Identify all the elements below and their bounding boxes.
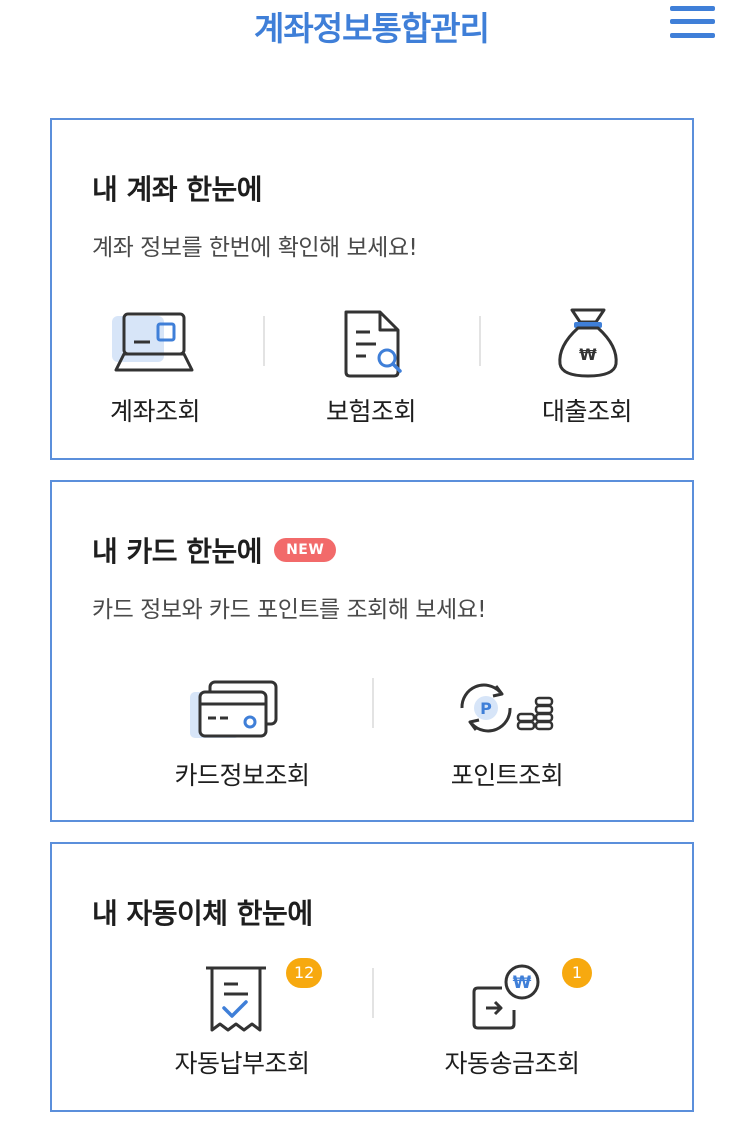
card-info-inquiry-label: 카드정보조회 [174, 761, 310, 790]
divider [372, 968, 374, 1018]
card-card-title: 내 카드 한눈에 NEW [92, 530, 337, 570]
account-card: 내 계좌 한눈에 계좌 정보를 한번에 확인해 보세요! 계좌조회 보험조회 ₩… [50, 118, 694, 460]
svg-text:₩: ₩ [513, 973, 532, 993]
auto-remittance-inquiry-label: 자동송금조회 [444, 1049, 580, 1078]
page-title: 계좌정보통합관리 [254, 9, 490, 48]
point-inquiry-label: 포인트조회 [450, 761, 564, 790]
laptop-icon [110, 308, 200, 380]
autotransfer-card-title: 내 자동이체 한눈에 [92, 897, 313, 930]
insurance-inquiry-label: 보험조회 [325, 397, 417, 426]
svg-text:P: P [480, 699, 492, 718]
insurance-inquiry-button[interactable]: 보험조회 [296, 308, 446, 426]
account-inquiry-button[interactable]: 계좌조회 [80, 308, 230, 426]
auto-remittance-inquiry-button[interactable]: ₩ 1 자동송금조회 [422, 958, 602, 1078]
auto-payment-inquiry-label: 자동납부조회 [174, 1049, 310, 1078]
account-card-desc: 계좌 정보를 한번에 확인해 보세요! [92, 235, 418, 261]
loan-inquiry-label: 대출조회 [541, 397, 633, 426]
won-transfer-icon: ₩ [470, 964, 546, 1038]
account-card-title: 내 계좌 한눈에 [92, 173, 263, 206]
credit-card-card: 내 카드 한눈에 NEW 카드 정보와 카드 포인트를 조회해 보세요! 카드정보… [50, 480, 694, 822]
auto-payment-count-badge: 12 [286, 958, 323, 988]
divider [263, 316, 265, 366]
card-card-title-text: 내 카드 한눈에 [92, 535, 263, 568]
loan-inquiry-button[interactable]: ₩ 대출조회 [512, 308, 662, 426]
auto-payment-inquiry-button[interactable]: 12 자동납부조회 [152, 958, 332, 1078]
divider [372, 678, 374, 728]
autotransfer-card: 내 자동이체 한눈에 12 자동납부조회 ₩ 1 자동송금조회 [50, 842, 694, 1112]
account-inquiry-label: 계좌조회 [109, 397, 201, 426]
hamburger-menu-icon[interactable] [670, 4, 716, 40]
svg-text:₩: ₩ [579, 345, 597, 364]
auto-remittance-count-badge: 1 [562, 958, 592, 988]
money-bag-icon: ₩ [554, 308, 622, 384]
card-card-desc: 카드 정보와 카드 포인트를 조회해 보세요! [92, 597, 487, 623]
new-badge: NEW [274, 538, 337, 562]
point-inquiry-button[interactable]: P 포인트조회 [432, 678, 582, 790]
document-search-icon [340, 308, 410, 384]
point-coins-icon: P [452, 678, 556, 738]
app-header: 계좌정보통합관리 [0, 0, 743, 50]
receipt-check-icon [204, 964, 268, 1038]
divider [479, 316, 481, 366]
credit-card-icon [188, 678, 280, 746]
card-info-inquiry-button[interactable]: 카드정보조회 [162, 678, 322, 790]
